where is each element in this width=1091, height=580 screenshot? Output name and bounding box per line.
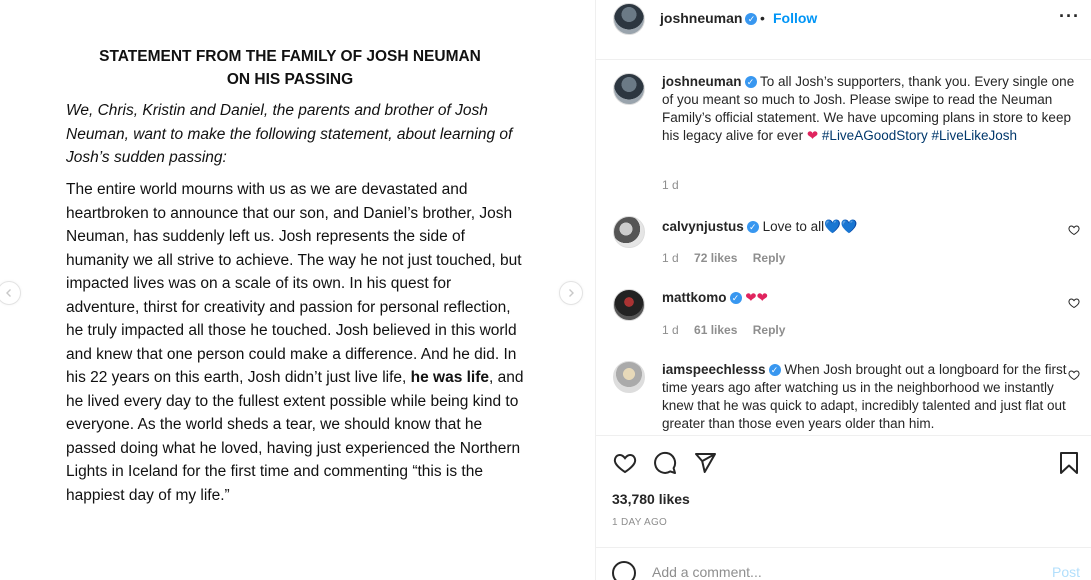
reply-button[interactable]: Reply: [753, 323, 786, 337]
likes-count[interactable]: 33,780 likes: [612, 491, 690, 507]
send-icon: [695, 453, 716, 473]
more-options-icon[interactable]: ···: [1059, 6, 1080, 27]
like-comment-button[interactable]: [1068, 297, 1082, 311]
statement-body-part2: , and he lived every day to the fullest …: [66, 369, 524, 504]
comment-username[interactable]: iamspeechlesss: [662, 362, 766, 377]
chevron-left-icon: [6, 289, 11, 297]
comment-meta: 1 d 72 likes Reply: [662, 251, 797, 265]
red-heart-emoji: ❤❤: [745, 290, 768, 305]
bookmark-icon: [1060, 452, 1078, 474]
post-actions: 33,780 likes 1 DAY AGO: [596, 435, 1091, 547]
comment-username[interactable]: mattkomo: [662, 290, 727, 305]
follow-button[interactable]: Follow: [773, 10, 817, 26]
post-comment-button[interactable]: Post: [1052, 564, 1080, 580]
carousel-prev-button[interactable]: [0, 281, 21, 305]
post-side-panel: joshneuman ✓ • Follow ··· joshneuman ✓ To …: [595, 0, 1091, 580]
emoji-icon[interactable]: [612, 561, 636, 580]
comment-input[interactable]: [652, 564, 1012, 580]
comment-text: iamspeechlesss ✓ When Josh brought out a …: [662, 361, 1080, 433]
verified-icon: ✓: [744, 76, 757, 89]
comment-icon: [654, 451, 677, 474]
caption-time[interactable]: 1 d: [662, 178, 679, 192]
save-button[interactable]: [1056, 450, 1082, 476]
statement-title-line2: ON HIS PASSING: [226, 71, 354, 88]
statement-body-bold: he was life: [410, 369, 490, 386]
heart-outline-icon: [1068, 225, 1080, 236]
comment-username[interactable]: calvynjustus: [662, 219, 744, 234]
comment-time[interactable]: 1 d: [662, 323, 679, 337]
reply-button[interactable]: Reply: [753, 251, 786, 265]
header-username[interactable]: joshneuman ✓: [660, 10, 758, 26]
share-button[interactable]: [692, 450, 718, 476]
post-image: STATEMENT FROM THE FAMILY OF JOSH NEUMAN…: [0, 0, 595, 580]
verified-icon: ✓: [745, 13, 758, 26]
comment-body: Love to all: [762, 219, 825, 234]
comment-likes[interactable]: 61 likes: [694, 323, 737, 337]
hashtag-link[interactable]: #LiveAGoodStory: [822, 128, 928, 143]
avatar[interactable]: [613, 216, 645, 248]
statement-body-part1: The entire world mourns with us as we ar…: [66, 181, 522, 386]
avatar[interactable]: [613, 3, 645, 35]
comment-button[interactable]: [652, 450, 678, 476]
header-username-text[interactable]: joshneuman: [660, 10, 742, 26]
red-heart-emoji: ❤: [806, 128, 819, 143]
comment-text: calvynjustus ✓ Love to all💙💙: [662, 218, 1080, 236]
verified-icon: ✓: [746, 221, 759, 234]
avatar[interactable]: [613, 73, 645, 105]
post-timestamp[interactable]: 1 DAY AGO: [612, 517, 667, 528]
heart-outline-icon: [1068, 298, 1080, 309]
comment-text: mattkomo ✓ ❤❤: [662, 289, 1080, 307]
comment-time[interactable]: 1 d: [662, 251, 679, 265]
like-comment-button[interactable]: [1068, 224, 1082, 238]
caption-text: joshneuman ✓ To all Josh’s supporters, th…: [662, 73, 1080, 145]
hashtag-link[interactable]: #LiveLikeJosh: [932, 128, 1018, 143]
post-header: joshneuman ✓ • Follow ···: [596, 0, 1091, 60]
comments-list[interactable]: joshneuman ✓ To all Josh’s supporters, th…: [596, 60, 1091, 435]
carousel-next-button[interactable]: [559, 281, 583, 305]
heart-outline-icon: [1068, 370, 1080, 381]
add-comment-bar: Post: [596, 547, 1091, 580]
verified-icon: ✓: [768, 364, 781, 377]
avatar[interactable]: [613, 361, 645, 393]
statement-intro: We, Chris, Kristin and Daniel, the paren…: [66, 102, 513, 166]
comment-likes[interactable]: 72 likes: [694, 251, 737, 265]
statement-title-line1: STATEMENT FROM THE FAMILY OF JOSH NEUMAN: [99, 48, 481, 65]
caption-meta: 1 d: [662, 178, 691, 192]
verified-icon: ✓: [729, 292, 742, 305]
comment-meta: 1 d 61 likes Reply: [662, 323, 797, 337]
avatar[interactable]: [613, 289, 645, 321]
header-separator: •: [760, 10, 765, 26]
like-button[interactable]: [612, 450, 638, 476]
caption-username[interactable]: joshneuman: [662, 74, 742, 89]
blue-heart-emoji: 💙💙: [824, 219, 858, 234]
heart-icon: [613, 453, 637, 474]
like-comment-button[interactable]: [1068, 369, 1082, 383]
statement-body: The entire world mourns with us as we ar…: [66, 178, 526, 507]
chevron-right-icon: [569, 289, 574, 297]
